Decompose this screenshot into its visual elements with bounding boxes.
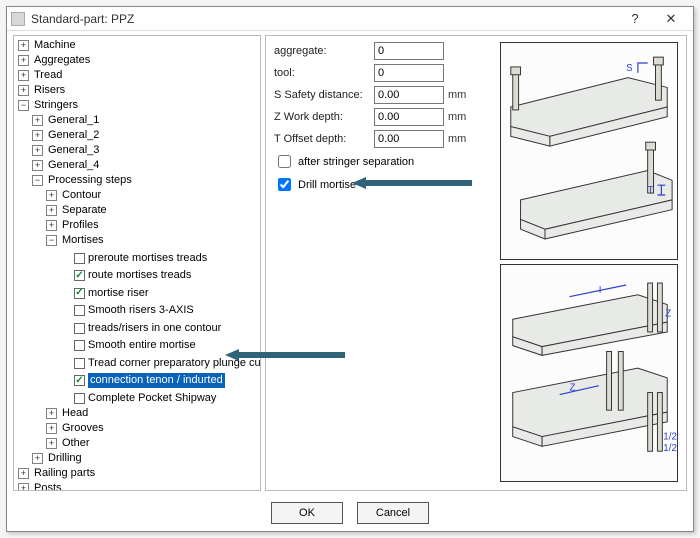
safety-input[interactable]	[374, 86, 444, 104]
expand-icon[interactable]: +	[46, 423, 57, 434]
tree-panel: +Machine +Aggregates +Tread +Risers −Str…	[13, 35, 261, 491]
params-group: aggregate: tool: S Safety distance: mm Z …	[265, 35, 687, 491]
tree-general3[interactable]: General_3	[48, 143, 99, 158]
expand-icon[interactable]: +	[32, 160, 43, 171]
expand-icon[interactable]: +	[18, 468, 29, 479]
expand-icon[interactable]: +	[32, 145, 43, 156]
offset-label: T Offset depth:	[274, 133, 374, 145]
tree-contour[interactable]: Contour	[62, 188, 101, 203]
expand-icon[interactable]: +	[18, 40, 29, 51]
titlebar: Standard-part: PPZ ? ✕	[7, 7, 693, 31]
tool-input[interactable]	[374, 64, 444, 82]
collapse-icon[interactable]: −	[32, 175, 43, 186]
ok-button[interactable]: OK	[271, 502, 343, 524]
collapse-icon[interactable]: −	[46, 235, 57, 246]
tree-drilling[interactable]: Drilling	[48, 451, 82, 466]
tree-m0[interactable]: preroute mortises treads	[88, 251, 207, 266]
window-title: Standard-part: PPZ	[31, 12, 617, 26]
close-button[interactable]: ✕	[653, 8, 689, 30]
tree[interactable]: +Machine +Aggregates +Tread +Risers −Str…	[16, 38, 258, 491]
tree-mortises[interactable]: Mortises	[62, 233, 104, 248]
tree-other[interactable]: Other	[62, 436, 90, 451]
expand-icon[interactable]: +	[32, 115, 43, 126]
offset-input[interactable]	[374, 130, 444, 148]
tree-general4[interactable]: General_4	[48, 158, 99, 173]
after-separation-label: after stringer separation	[298, 156, 414, 168]
cancel-button[interactable]: Cancel	[357, 502, 429, 524]
checkbox[interactable]	[74, 253, 85, 264]
tree-profiles[interactable]: Profiles	[62, 218, 99, 233]
aggregate-input[interactable]	[374, 42, 444, 60]
tree-separate[interactable]: Separate	[62, 203, 107, 218]
drill-mortise-label: Drill mortise	[298, 179, 356, 191]
tree-general1[interactable]: General_1	[48, 113, 99, 128]
svg-text:1/2: 1/2	[663, 443, 677, 454]
dialog-window: Standard-part: PPZ ? ✕ + Machine + Aggrega…	[6, 6, 694, 532]
expand-icon[interactable]: +	[46, 190, 57, 201]
tree-m6[interactable]: Tread corner preparatory plunge cut	[88, 356, 261, 371]
svg-text:T: T	[648, 185, 654, 196]
after-separation-checkbox[interactable]	[278, 155, 291, 168]
tree-machine[interactable]: Machine	[34, 38, 76, 53]
expand-icon[interactable]: +	[46, 220, 57, 231]
checkbox[interactable]	[74, 305, 85, 316]
checkbox[interactable]	[74, 358, 85, 369]
tree-m4[interactable]: treads/risers in one contour	[88, 321, 221, 336]
tree-psteps[interactable]: Processing steps	[48, 173, 132, 188]
svg-text:Z: Z	[665, 308, 671, 319]
aggregate-label: aggregate:	[274, 45, 374, 57]
detail-panel: aggregate: tool: S Safety distance: mm Z …	[265, 35, 687, 491]
tree-m7-selected[interactable]: connection tenon / indurted	[88, 373, 225, 388]
dialog-buttons: OK Cancel	[7, 495, 693, 531]
diagram-top: S T	[500, 42, 678, 260]
diagram-bottom: I Z Z 1/2 1/2	[500, 264, 678, 482]
workdepth-label: Z Work depth:	[274, 111, 374, 123]
tree-grooves[interactable]: Grooves	[62, 421, 104, 436]
tree-m8[interactable]: Complete Pocket Shipway	[88, 391, 216, 406]
app-icon	[11, 12, 25, 26]
svg-text:S: S	[626, 63, 633, 74]
expand-icon[interactable]: +	[18, 70, 29, 81]
tree-risers[interactable]: Risers	[34, 83, 65, 98]
workdepth-unit: mm	[448, 111, 472, 123]
offset-unit: mm	[448, 133, 472, 145]
tree-m5[interactable]: Smooth entire mortise	[88, 338, 196, 353]
checkbox[interactable]	[74, 340, 85, 351]
tree-tread[interactable]: Tread	[34, 68, 62, 83]
expand-icon[interactable]: +	[32, 130, 43, 141]
checkbox[interactable]	[74, 288, 85, 299]
checkbox[interactable]	[74, 323, 85, 334]
workdepth-input[interactable]	[374, 108, 444, 126]
tree-stringers[interactable]: Stringers	[34, 98, 78, 113]
svg-text:1/2: 1/2	[663, 431, 677, 442]
expand-icon[interactable]: +	[46, 438, 57, 449]
tool-label: tool:	[274, 67, 374, 79]
expand-icon[interactable]: +	[18, 55, 29, 66]
expand-icon[interactable]: +	[18, 85, 29, 96]
tree-m2[interactable]: mortise riser	[88, 286, 149, 301]
tree-m3[interactable]: Smooth risers 3-AXIS	[88, 303, 194, 318]
checkbox[interactable]	[74, 270, 85, 281]
tree-aggregates[interactable]: Aggregates	[34, 53, 90, 68]
expand-icon[interactable]: +	[46, 205, 57, 216]
tree-posts[interactable]: Posts	[34, 481, 62, 492]
checkbox[interactable]	[74, 393, 85, 404]
safety-label: S Safety distance:	[274, 89, 374, 101]
help-button[interactable]: ?	[617, 8, 653, 30]
tree-m1[interactable]: route mortises treads	[88, 268, 191, 283]
expand-icon[interactable]: +	[32, 453, 43, 464]
safety-unit: mm	[448, 89, 472, 101]
collapse-icon[interactable]: −	[18, 100, 29, 111]
tree-railing[interactable]: Railing parts	[34, 466, 95, 481]
expand-icon[interactable]: +	[46, 408, 57, 419]
annotation-arrow-icon	[352, 176, 472, 190]
tree-general2[interactable]: General_2	[48, 128, 99, 143]
drill-mortise-checkbox[interactable]	[278, 178, 291, 191]
tree-head[interactable]: Head	[62, 406, 88, 421]
expand-icon[interactable]: +	[18, 483, 29, 492]
checkbox[interactable]	[74, 375, 85, 386]
